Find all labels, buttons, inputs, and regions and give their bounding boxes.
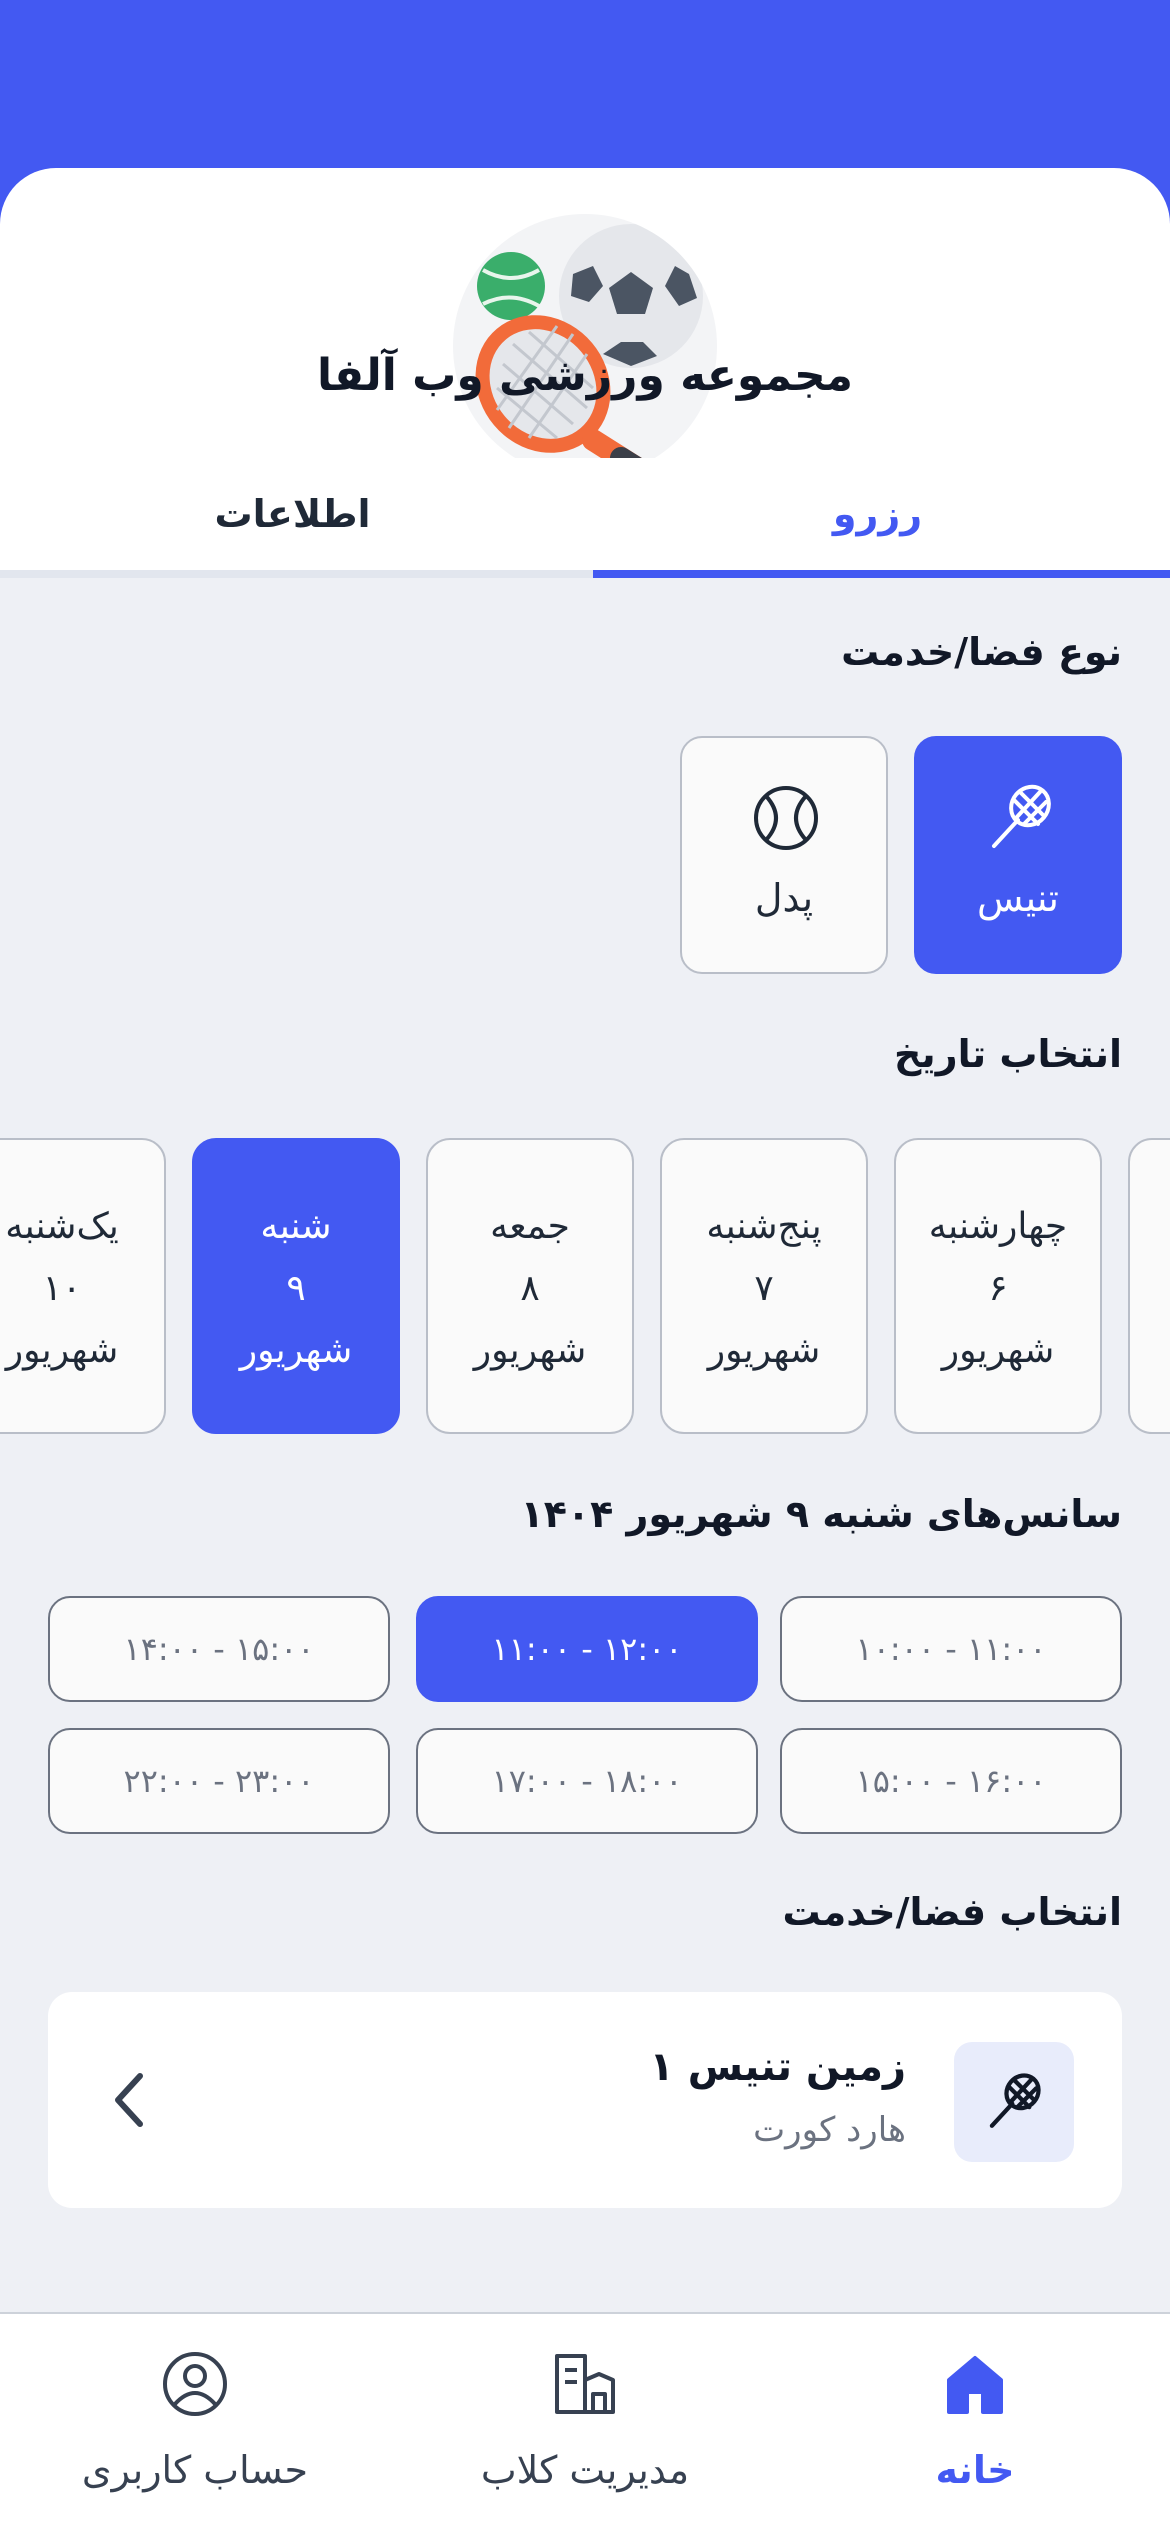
date-carousel[interactable]: یک‌شنبه ۱۰ شهریور شنبه ۹ شهریور جمعه ۸ ش… [0, 1136, 1170, 1436]
date-card[interactable]: جمعه ۸ شهریور [426, 1138, 634, 1434]
tab-info[interactable]: اطلاعات [0, 458, 585, 570]
user-account-icon [163, 2352, 227, 2416]
tennis-racket-icon [992, 784, 1051, 848]
date-number: ۸ [520, 1268, 540, 1309]
service-label: پدل [754, 876, 814, 920]
tennis-racket-icon [989, 2073, 1041, 2128]
date-card[interactable]: چهارشنبه ۶ شهریور [894, 1138, 1102, 1434]
court-type: هارد کورت [753, 2110, 906, 2150]
tab-bar: رزرو اطلاعات [0, 458, 1170, 578]
date-card-partial[interactable] [1128, 1138, 1170, 1434]
service-label: تنیس [977, 876, 1059, 920]
club-name: مجموعه ورزشی وب آلفا [317, 350, 853, 401]
nav-club-management[interactable]: مدیریت کلاب [390, 2314, 780, 2534]
date-card-selected[interactable]: شنبه ۹ شهریور [192, 1138, 400, 1434]
nav-label: مدیریت کلاب [480, 2448, 690, 2492]
time-slot[interactable]: ۲۲:۰۰ - ۲۳:۰۰ [48, 1728, 390, 1834]
court-icon-box [954, 2042, 1074, 2162]
date-month: شهریور [941, 1330, 1055, 1371]
court-card[interactable]: زمین تنیس ۱ هارد کورت [48, 1992, 1122, 2208]
date-number: ۶ [988, 1268, 1008, 1309]
home-icon [947, 2356, 1003, 2414]
nav-account[interactable]: حساب کاربری [0, 2314, 390, 2534]
tab-active-indicator [593, 570, 1170, 578]
time-slot-selected[interactable]: ۱۱:۰۰ - ۱۲:۰۰ [416, 1596, 758, 1702]
sessions-title: سانس‌های شنبه ۹ شهریور ۱۴۰۴ [520, 1492, 1122, 1536]
nav-label: خانه [935, 2448, 1015, 2492]
club-management-icon [555, 2354, 615, 2414]
sports-logo-icon [475, 224, 703, 478]
time-slot[interactable]: ۱۴:۰۰ - ۱۵:۰۰ [48, 1596, 390, 1702]
nav-home[interactable]: خانه [780, 2314, 1170, 2534]
date-number: ۹ [286, 1268, 306, 1309]
date-day: چهارشنبه [928, 1206, 1068, 1247]
ball-icon [754, 786, 818, 850]
time-slot[interactable]: ۱۷:۰۰ - ۱۸:۰۰ [416, 1728, 758, 1834]
service-card-tennis[interactable]: تنیس [914, 736, 1122, 974]
date-card[interactable]: یک‌شنبه ۱۰ شهریور [0, 1138, 166, 1434]
time-slot[interactable]: ۱۰:۰۰ - ۱۱:۰۰ [780, 1596, 1122, 1702]
bottom-nav: خانه مدیریت کلاب حساب کاربری [0, 2312, 1170, 2534]
court-name: زمین تنیس ۱ [649, 2044, 906, 2090]
service-type-title: نوع فضا/خدمت [841, 630, 1122, 674]
date-number: ۱۰ [42, 1268, 82, 1309]
club-logo [453, 214, 717, 478]
service-card-padel[interactable]: پدل [680, 736, 888, 974]
time-slot[interactable]: ۱۵:۰۰ - ۱۶:۰۰ [780, 1728, 1122, 1834]
nav-label: حساب کاربری [81, 2448, 309, 2492]
tab-reserve[interactable]: رزرو [585, 458, 1170, 570]
space-select-title: انتخاب فضا/خدمت [782, 1890, 1122, 1934]
date-card[interactable]: پنج‌شنبه ۷ شهریور [660, 1138, 868, 1434]
chevron-left-icon[interactable] [110, 2068, 150, 2132]
date-select-title: انتخاب تاریخ [894, 1032, 1122, 1076]
date-number: ۷ [754, 1268, 774, 1309]
